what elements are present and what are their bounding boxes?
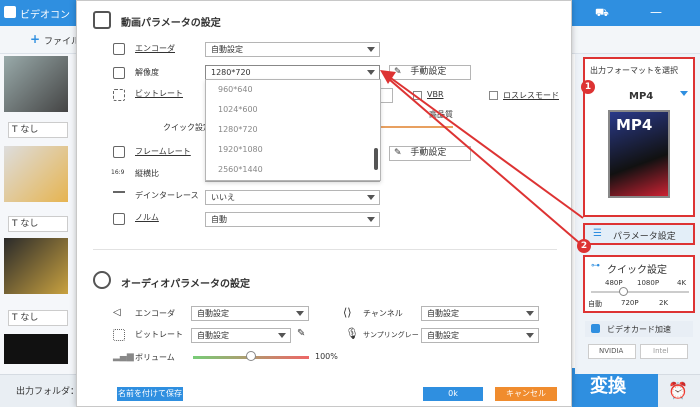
annotation-arrows	[380, 70, 584, 247]
annotation-arrow-line	[389, 79, 584, 247]
annotation-arrow-line	[387, 75, 584, 219]
